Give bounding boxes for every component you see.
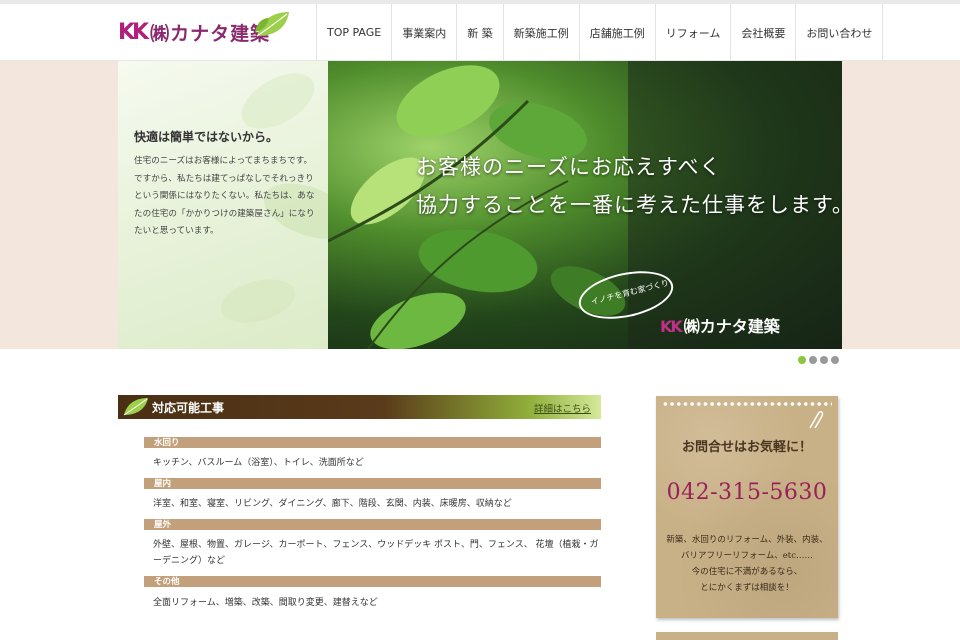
category-items: 洋室、和室、寝室、リビング、ダイニング、廊下、階段、玄関、内装、床暖房、収納など xyxy=(153,499,512,509)
hero-heading: 快適は簡単ではないから。 xyxy=(134,130,279,144)
contact-phone[interactable]: 042-315-5630 xyxy=(656,480,838,505)
leaf-icon xyxy=(123,398,148,416)
slider-pagination xyxy=(798,356,839,364)
category-label: その他 xyxy=(154,577,180,587)
logo-mark: KK xyxy=(118,19,149,45)
category-label: 屋外 xyxy=(154,520,172,530)
contact-text-line: とにかくまずは相談を！ xyxy=(700,583,794,593)
category-bar: 屋内 xyxy=(144,478,601,489)
nav-new-build[interactable]: 新 築 xyxy=(456,4,503,61)
nav-new-build-examples[interactable]: 新築施工例 xyxy=(502,4,579,61)
hero-photo-logo: KK ㈱カナタ建築 xyxy=(660,313,780,337)
category-bar: 水回り xyxy=(144,437,601,448)
category-bar: その他 xyxy=(144,576,601,587)
nav-store-examples[interactable]: 店舗施工例 xyxy=(578,4,655,61)
contact-text-line: バリアフリーリフォーム、etc…… xyxy=(681,551,813,561)
contact-text-line: 今の住宅に不満があるなら、 xyxy=(691,567,803,577)
services-header: 対応可能工事 詳細はこちら xyxy=(118,395,601,419)
next-card-edge xyxy=(656,632,838,640)
category-items: 全面リフォーム、増築、改築、間取り変更、建替えなど xyxy=(153,598,378,608)
category-items: 外壁、屋根、物置、ガレージ、カーポート、フェンス、ウッドデッキ ポスト、門、フェ… xyxy=(153,540,599,566)
notepad-binding xyxy=(662,401,832,407)
contact-text-line: 新築、水回りのリフォーム、外装、内装、 xyxy=(666,535,828,545)
site-logo[interactable]: KK ㈱カナタ建築 xyxy=(118,12,289,48)
paperclip-icon xyxy=(809,411,824,429)
nav-reform[interactable]: リフォーム xyxy=(654,4,731,61)
hero-logo-text: ㈱カナタ建築 xyxy=(683,317,780,336)
services-title: 対応可能工事 xyxy=(152,401,225,415)
hero-catch-line-1: お客様のニーズにお応えすべく xyxy=(416,155,722,179)
hero-catch-line-2: 協力することを一番に考えた仕事をします。 xyxy=(416,193,842,217)
services-detail-link[interactable]: 詳細はこちら xyxy=(534,401,591,415)
nav-business[interactable]: 事業案内 xyxy=(391,4,456,61)
hero-logo-mark: KK xyxy=(660,317,683,336)
leaf-icon xyxy=(255,12,289,37)
slider-dot-4[interactable] xyxy=(831,356,839,364)
site-header: KK ㈱カナタ建築 TOP PAGE 事業案内 新 築 新築施工例 店舗施工例 … xyxy=(0,4,960,61)
nav-contact[interactable]: お問い合わせ xyxy=(795,4,884,61)
hero-body: 住宅のニーズはお客様によってまちまちです。ですから、私たちは建てっぱなしでそれっ… xyxy=(134,156,315,236)
contact-title: お問合せはお気軽に！ xyxy=(681,440,812,455)
contact-card[interactable]: お問合せはお気軽に！ 042-315-5630 新築、水回りのリフォーム、外装、… xyxy=(656,396,838,618)
category-items: キッチン、バスルーム（浴室）、トイレ、洗面所など xyxy=(153,458,364,468)
category-label: 屋内 xyxy=(154,479,172,489)
nav-top-page[interactable]: TOP PAGE xyxy=(316,4,391,61)
contact-text: 新築、水回りのリフォーム、外装、内装、 バリアフリーリフォーム、etc…… 今の… xyxy=(656,532,838,596)
slider-dot-1[interactable] xyxy=(798,356,806,364)
slider-dot-2[interactable] xyxy=(809,356,817,364)
slider-dot-3[interactable] xyxy=(820,356,828,364)
main-nav: TOP PAGE 事業案内 新 築 新築施工例 店舗施工例 リフォーム 会社概要… xyxy=(316,4,884,61)
hero-intro: 快適は簡単ではないから。 住宅のニーズはお客様によってまちまちです。ですから、私… xyxy=(118,61,328,349)
hero-slide[interactable]: お客様のニーズにお応えすべく 協力することを一番に考えた仕事をします。 イノチを… xyxy=(328,61,842,349)
nav-company[interactable]: 会社概要 xyxy=(730,4,795,61)
logo-text: ㈱カナタ建築 xyxy=(150,22,271,45)
category-bar: 屋外 xyxy=(144,519,601,530)
category-label: 水回り xyxy=(154,438,180,448)
